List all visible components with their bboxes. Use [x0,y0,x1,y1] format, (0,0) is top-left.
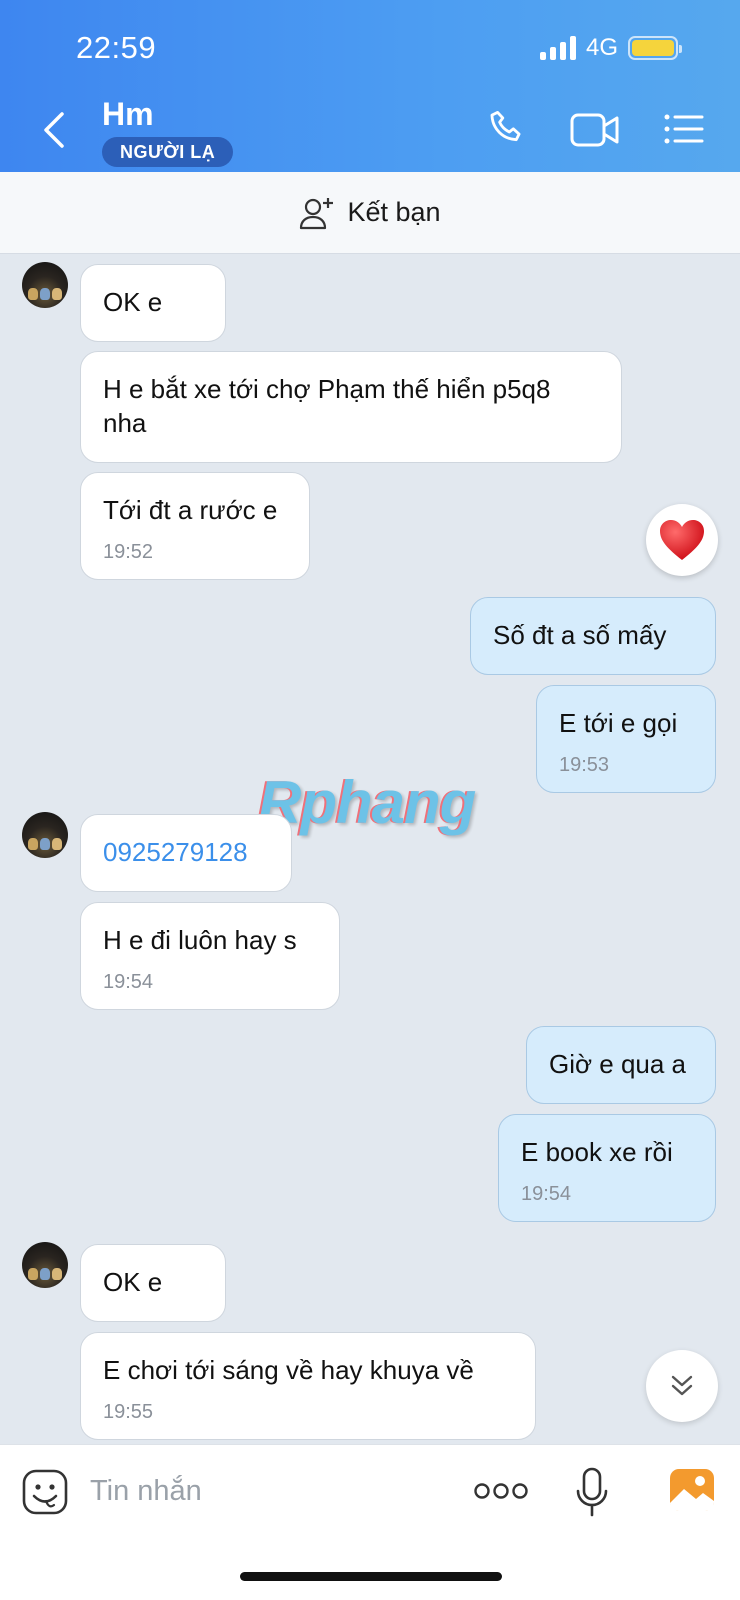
reaction-button[interactable] [646,504,718,576]
message-time: 19:55 [103,1401,154,1423]
message-text: Giờ e qua a [549,1049,687,1079]
message-time: 19:54 [103,971,154,993]
network-type: 4G [585,34,618,61]
scroll-down-icon [671,1375,693,1396]
home-indicator [240,1572,502,1581]
message-text: E chơi tới sáng về hay khuya về [103,1355,474,1385]
add-friend-icon [300,197,334,229]
message-text: E book xe rồi [521,1137,673,1167]
message-text: OK e [103,1267,163,1297]
add-friend-label: Kết bạn [347,197,441,227]
message-input[interactable]: Tin nhắn [90,1475,202,1508]
message-bubble[interactable]: Số đt a số mấy [470,597,716,675]
signal-icon [539,36,576,60]
message-text: OK e [103,287,163,317]
message-bubble[interactable]: OK e [80,1244,226,1322]
microphone-icon[interactable] [574,1467,610,1517]
message-bubble[interactable]: H e đi luôn hay s 19:54 [80,902,340,1010]
battery-icon [628,36,682,60]
message-bubble[interactable]: 0925279128 [80,814,292,892]
avatar[interactable] [22,1242,68,1288]
menu-icon[interactable] [664,113,704,145]
message-text: Số đt a số mấy [493,620,667,650]
phone-icon[interactable] [486,108,528,150]
message-bubble[interactable]: Giờ e qua a [526,1026,716,1104]
heart-icon [660,520,704,560]
message-time: 19:54 [521,1183,572,1205]
more-icon[interactable] [474,1481,528,1501]
contact-name[interactable]: Hm [102,96,154,133]
back-icon[interactable] [40,110,70,150]
message-bubble[interactable]: E book xe rồi 19:54 [498,1114,716,1222]
status-icons: 4G [539,34,682,62]
chat-header: 22:59 4G Hm NGƯỜI LẠ [0,0,740,172]
message-bubble[interactable]: E tới e gọi 19:53 [536,685,716,793]
message-text: E tới e gọi [559,708,678,738]
scroll-down-button[interactable] [646,1350,718,1422]
message-bubble[interactable]: OK e [80,264,226,342]
video-call-icon[interactable] [570,112,620,148]
avatar[interactable] [22,262,68,308]
message-time: 19:53 [559,754,610,776]
add-friend-button[interactable]: Kết bạn [0,172,740,254]
avatar[interactable] [22,812,68,858]
message-text: H e bắt xe tới chợ Phạm thế hiển p5q8 nh… [103,374,551,438]
message-time: 19:52 [103,541,154,563]
phone-number-link[interactable]: 0925279128 [103,835,269,869]
status-time: 22:59 [76,30,157,65]
message-bubble[interactable]: E chơi tới sáng về hay khuya về 19:55 [80,1332,536,1440]
message-bubble[interactable]: H e bắt xe tới chợ Phạm thế hiển p5q8 nh… [80,351,622,463]
sticker-icon[interactable] [22,1469,68,1515]
image-icon[interactable] [668,1467,716,1513]
stranger-badge: NGƯỜI LẠ [102,137,234,167]
message-text: H e đi luôn hay s [103,925,297,955]
message-bubble[interactable]: Tới đt a rước e 19:52 [80,472,310,580]
message-text: Tới đt a rước e [103,495,278,525]
